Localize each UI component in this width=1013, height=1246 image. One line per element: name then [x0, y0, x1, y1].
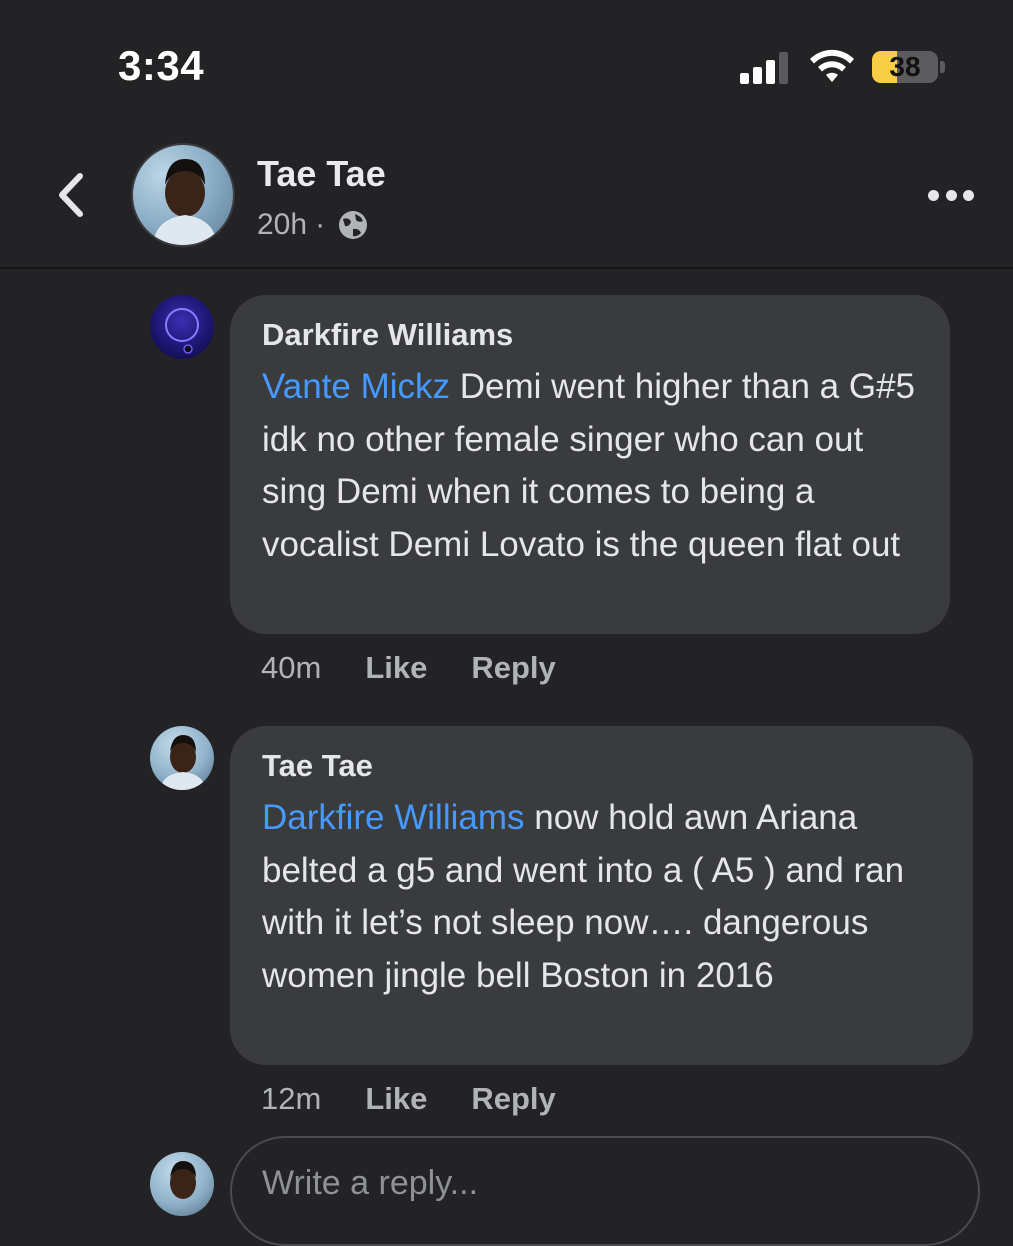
like-button[interactable]: Like [365, 650, 427, 686]
cellular-signal-icon [740, 52, 792, 84]
back-chevron-icon[interactable] [52, 170, 92, 220]
header-divider [0, 267, 1013, 269]
post-time: 20h [257, 208, 308, 241]
comment-author[interactable]: Tae Tae [262, 748, 941, 784]
reply-button[interactable]: Reply [471, 1081, 555, 1117]
mention-link[interactable]: Vante Mickz [262, 367, 450, 406]
post-author-name[interactable]: Tae Tae [257, 153, 386, 195]
comment-bubble: Darkfire Williams Vante Mickz Demi went … [230, 295, 950, 634]
battery-nub [940, 61, 945, 73]
like-button[interactable]: Like [365, 1081, 427, 1117]
meta-separator: · [315, 208, 326, 241]
post-meta: 20h · [257, 208, 369, 242]
status-time: 3:34 [118, 42, 205, 89]
reply-input[interactable]: Write a reply... [230, 1136, 980, 1246]
avatar[interactable] [150, 726, 214, 790]
reply-button[interactable]: Reply [471, 650, 555, 686]
comment-actions: 12m Like Reply [261, 1081, 556, 1117]
profile-photo [170, 1161, 196, 1199]
more-options-icon[interactable] [928, 186, 974, 204]
globe-icon [339, 211, 368, 239]
profile-photo [160, 735, 206, 790]
comment-text: Darkfire Williams now hold awn Ariana be… [262, 792, 941, 1002]
avatar[interactable] [150, 295, 214, 359]
mention-link[interactable]: Darkfire Williams [262, 798, 525, 837]
comment-text: Vante Mickz Demi went higher than a G#5 … [262, 361, 918, 571]
avatar [150, 1152, 214, 1216]
wifi-icon [810, 49, 854, 82]
avatar[interactable] [131, 143, 235, 247]
comment-actions: 40m Like Reply [261, 650, 556, 686]
comment-bubble: Tae Tae Darkfire Williams now hold awn A… [230, 726, 973, 1065]
comment-time: 12m [261, 1081, 322, 1116]
profile-photo [153, 159, 217, 245]
profile-photo [165, 308, 199, 354]
battery-icon: 38 [872, 51, 938, 83]
comment-author[interactable]: Darkfire Williams [262, 317, 918, 353]
battery-percent: 38 [889, 51, 921, 82]
comment-time: 40m [261, 650, 322, 685]
